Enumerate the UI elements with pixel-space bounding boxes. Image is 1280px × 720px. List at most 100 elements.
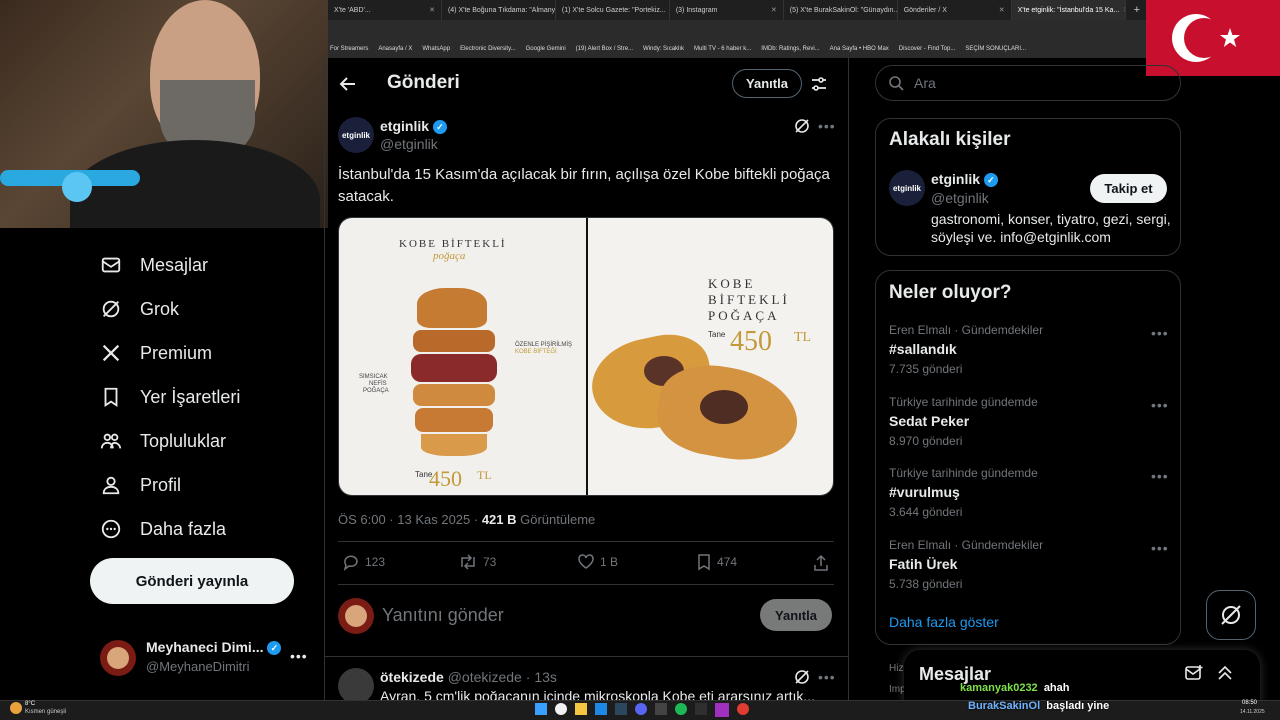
- search-box[interactable]: Ara: [875, 65, 1181, 101]
- obs-icon[interactable]: [715, 703, 729, 717]
- bookmark-link[interactable]: Discover - Find Top...: [899, 46, 956, 52]
- bookmark-action[interactable]: 474: [696, 553, 737, 571]
- browser-tab[interactable]: (1) X'te Solcu Gazete: "Portekiz...✕: [556, 0, 670, 20]
- account-avatar[interactable]: [100, 640, 136, 676]
- media-left-price: 450: [429, 466, 462, 491]
- related-avatar[interactable]: etginlik: [889, 170, 925, 206]
- beef-filling: [700, 390, 748, 424]
- trend-more-icon[interactable]: •••: [1151, 325, 1169, 341]
- media-right-line1: KOBE: [708, 276, 756, 291]
- reply-icon: [343, 555, 358, 571]
- grok-explain-icon[interactable]: [794, 669, 810, 685]
- filter-settings-icon[interactable]: [810, 75, 828, 93]
- bookmark-link[interactable]: IMDb: Ratings, Revi...: [761, 46, 819, 52]
- streamer-webcam: [0, 0, 328, 228]
- share-icon[interactable]: [812, 554, 830, 572]
- account-menu-icon[interactable]: •••: [290, 648, 308, 664]
- bookmark-link[interactable]: Multi TV - 6 haber k...: [694, 46, 751, 52]
- heart-icon: [578, 554, 594, 569]
- bookmark-link[interactable]: (19) Alert Box / Stre...: [576, 46, 633, 52]
- trend-item[interactable]: Türkiye tarihinde gündemde Sedat Peker 8…: [889, 395, 1169, 448]
- nav-more[interactable]: Daha fazla: [100, 518, 226, 540]
- nav-communities[interactable]: Topluluklar: [100, 430, 226, 452]
- folder-icon[interactable]: [575, 703, 587, 715]
- epic-icon[interactable]: [655, 703, 667, 715]
- tweet-author-name[interactable]: etginlik ✓: [380, 118, 447, 135]
- account-handle: @MeyhaneDimitri: [146, 659, 250, 674]
- media-left-label2: SIMSICAK: [359, 374, 388, 380]
- nav-premium[interactable]: Premium: [100, 342, 212, 364]
- grok-floating-button[interactable]: [1206, 590, 1256, 640]
- follow-button[interactable]: Takip et: [1090, 174, 1167, 203]
- nav-bookmarks[interactable]: Yer İşaretleri: [100, 386, 240, 408]
- trend-more-icon[interactable]: •••: [1151, 540, 1169, 556]
- new-tab-icon[interactable]: +: [1126, 4, 1148, 16]
- browser-tab[interactable]: (4) X'te Boğuna Tıkdama: "Almanya...✕: [442, 0, 556, 20]
- bookmark-link[interactable]: WhatsApp: [422, 46, 450, 52]
- show-more-link[interactable]: Daha fazla göster: [889, 614, 999, 630]
- related-bio: gastronomi, konser, tiyatro, gezi, sergi…: [931, 211, 1171, 245]
- nav-grok[interactable]: Grok: [100, 298, 179, 320]
- discord-icon[interactable]: [635, 703, 647, 715]
- trend-item[interactable]: Türkiye tarihinde gündemde #vurulmuş 3.6…: [889, 466, 1169, 519]
- expand-up-icon[interactable]: [1216, 664, 1234, 682]
- close-tab-icon[interactable]: ✕: [999, 6, 1005, 14]
- pastry-layer: [415, 408, 493, 432]
- chrome-icon[interactable]: [555, 703, 567, 715]
- bookmark-link[interactable]: Ana Sayfa • HBO Max: [830, 46, 889, 52]
- media-right-line2: BİFTEKLİ: [708, 292, 790, 307]
- bookmark-link[interactable]: Electronic Diversity...: [460, 46, 516, 52]
- store-icon[interactable]: [595, 703, 607, 715]
- reply-input[interactable]: Yanıtını gönder: [382, 605, 504, 626]
- trend-item[interactable]: Eren Elmalı · Gündemdekiler #sallandık 7…: [889, 323, 1169, 376]
- app-icon[interactable]: [737, 703, 749, 715]
- bookmark-icon: [104, 387, 118, 407]
- steam-icon[interactable]: [615, 703, 627, 715]
- beef-slice: [411, 354, 497, 382]
- nav-label: Profil: [140, 474, 182, 495]
- bookmark-link[interactable]: Anasayfa / X: [378, 46, 412, 52]
- start-windows-icon[interactable]: [535, 703, 547, 715]
- new-message-icon[interactable]: [1184, 664, 1204, 682]
- trend-more-icon[interactable]: •••: [1151, 468, 1169, 484]
- webcam-mic-head: [62, 172, 92, 202]
- bookmark-link[interactable]: Google Gemini: [526, 46, 566, 52]
- nav-profile[interactable]: Profil: [100, 474, 181, 496]
- reply-author-avatar[interactable]: [338, 668, 374, 704]
- browser-tab[interactable]: Gönderiler / X ✕: [898, 0, 1012, 20]
- nav-messages[interactable]: Mesajlar: [100, 254, 208, 276]
- nav-label: Yer İşaretleri: [140, 386, 241, 407]
- header-reply-button[interactable]: Yanıtla: [732, 69, 802, 98]
- browser-tab[interactable]: (5) X'te BurakSakinOl: "Günaydın...✕: [784, 0, 898, 20]
- bookmark-link[interactable]: For Streamers: [330, 46, 368, 52]
- close-tab-icon[interactable]: ✕: [771, 6, 777, 14]
- browser-tab-bar: X'te 'ABD'... ✕ (4) X'te Boğuna Tıkdama: "…: [328, 0, 1148, 20]
- back-arrow-icon[interactable]: [338, 74, 358, 94]
- bookmark-link[interactable]: Windy: Sıcaklık: [643, 46, 684, 52]
- tweet-media[interactable]: KOBE BİFTEKLİ poğaça ÖZENLE PİŞİRİLMİŞ K…: [338, 217, 834, 496]
- flag-star-icon: [1220, 28, 1240, 47]
- reply-action[interactable]: 123: [342, 553, 385, 571]
- tweet-more-icon[interactable]: •••: [818, 118, 836, 134]
- trend-item[interactable]: Eren Elmalı · Gündemdekiler Fatih Ürek 5…: [889, 538, 1169, 591]
- browser-tab[interactable]: X'te etginlik: "İstanbul'da 15 Ka...✕: [1011, 0, 1126, 20]
- post-button[interactable]: Gönderi yayınla: [90, 558, 294, 604]
- bookmark-link[interactable]: SEÇİM SONUÇLARI...: [965, 46, 1026, 52]
- spotify-icon[interactable]: [675, 703, 687, 715]
- reply-more-icon[interactable]: •••: [818, 669, 836, 685]
- pastry-bottom: [421, 434, 487, 456]
- grok-explain-icon[interactable]: [794, 118, 810, 134]
- divider: [324, 656, 849, 657]
- close-tab-icon[interactable]: ✕: [429, 6, 435, 14]
- reply-submit-button[interactable]: Yanıtla: [760, 599, 832, 631]
- browser-tab[interactable]: (3) Instagram ✕: [670, 0, 784, 20]
- retweet-action[interactable]: 73: [458, 553, 496, 571]
- trend-more-icon[interactable]: •••: [1151, 397, 1169, 413]
- app-icon[interactable]: [695, 703, 707, 715]
- browser-tab[interactable]: X'te 'ABD'... ✕: [328, 0, 442, 20]
- tweet-author-avatar[interactable]: etginlik: [338, 117, 374, 153]
- search-input[interactable]: Ara: [914, 75, 936, 91]
- like-action[interactable]: 1 B: [577, 553, 618, 571]
- related-name[interactable]: etginlik ✓: [931, 171, 998, 188]
- browser-tab-label: X'te 'ABD'...: [334, 6, 371, 14]
